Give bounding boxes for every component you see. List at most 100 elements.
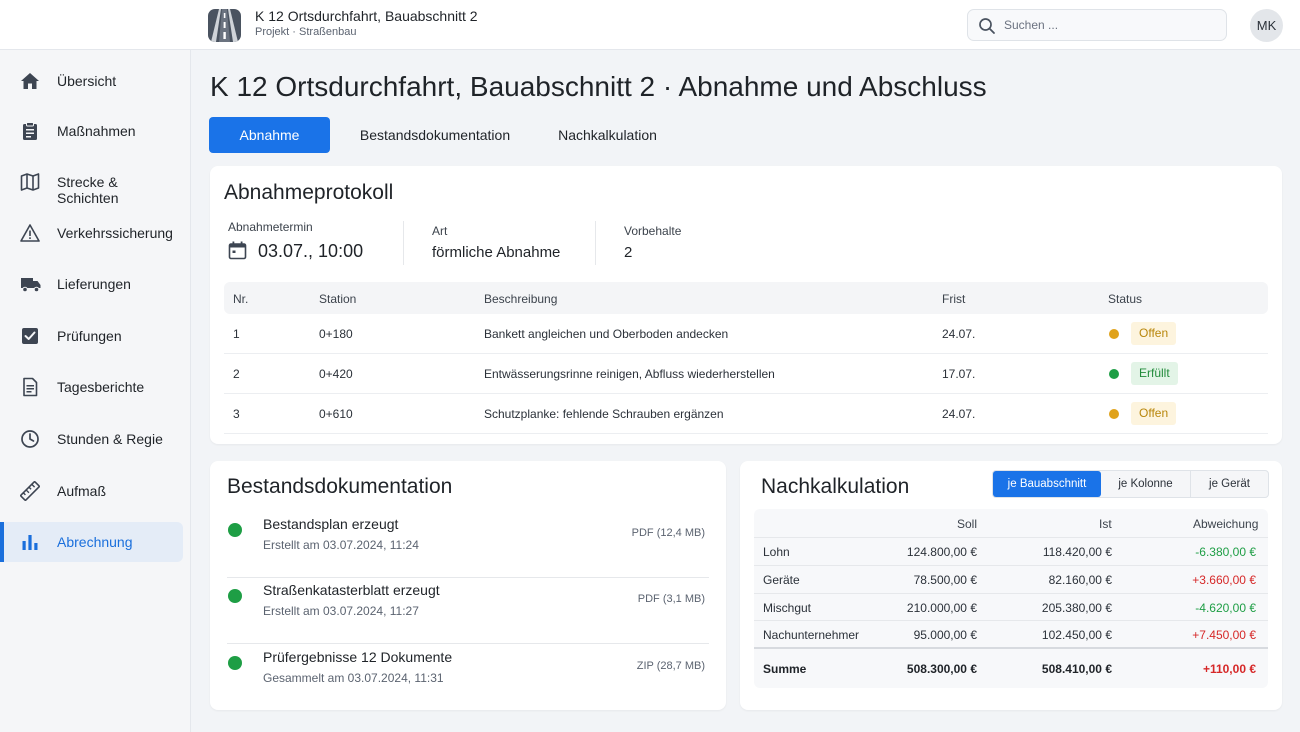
cell-beschreibung: Entwässerungsrinne reinigen, Abfluss wie… [484,367,775,381]
search-input[interactable] [1004,10,1219,40]
truck-icon [21,278,41,293]
segmented-control: je Bauabschnitt je Kolonne je Gerät [992,470,1269,498]
sidebar-item-pruefungen[interactable]: Prüfungen [0,316,183,356]
vorbehalte-value: 2 [624,244,633,261]
column-header: Abweichung [1193,517,1259,531]
sidebar-item-label: Tagesberichte [57,379,145,395]
cell-nr: 2 [233,367,240,381]
map-icon [20,173,40,191]
bar-chart-icon [22,535,38,550]
cell-ist: 82.160,00 € [1048,573,1112,587]
abnahme-title: Abnahmeprotokoll [224,181,394,204]
cell-station: 0+420 [319,367,353,381]
vorbehalte-label: Vorbehalte [624,224,682,238]
sidebar-item-abrechnung[interactable]: Abrechnung [0,522,183,562]
row-label: Mischgut [763,601,812,615]
cell-station: 0+610 [319,407,353,421]
nachkalkulation-title: Nachkalkulation [761,475,910,498]
status-dot [1109,409,1119,419]
doc-size[interactable]: PDF (3,1 MB) [638,593,705,605]
cell-beschreibung: Schutzplanke: fehlende Schrauben ergänze… [484,407,724,421]
art-label: Art [432,224,448,238]
table-header: Nr. Station Beschreibung Frist Status [224,282,1268,314]
column-header: Beschreibung [484,292,558,306]
tab-nachkalkulation[interactable]: Nachkalkulation [545,117,670,153]
top-bar: K 12 Ortsdurchfahrt, Bauabschnitt 2 Proj… [0,0,1300,50]
sidebar-item-label: Lieferungen [57,276,131,292]
clipboard-icon [23,122,37,140]
cell-ist: 118.420,00 € [1042,545,1112,559]
sidebar-item-stunden[interactable]: Stunden & Regie [0,419,183,459]
table-row: Mischgut 210.000,00 € 205.380,00 € -4.62… [754,593,1268,621]
sidebar-item-tagesberichte[interactable]: Tagesberichte [0,367,183,407]
row-label: Summe [763,662,807,676]
road-icon [208,9,241,42]
sidebar-item-massnahmen[interactable]: Maßnahmen [0,111,183,151]
meta-separator [403,221,404,265]
table-row[interactable]: 2 0+420 Entwässerungsrinne reinigen, Abf… [224,354,1268,394]
column-header: Station [319,292,357,306]
doc-size[interactable]: PDF (12,4 MB) [632,527,705,539]
tab-bestandsdokumentation[interactable]: Bestandsdokumentation [344,117,526,153]
project-subtitle: Projekt · Straßenbau [255,26,357,38]
list-item[interactable]: Bestandsplan erzeugt Erstellt am 03.07.2… [227,512,709,578]
sidebar-item-strecke[interactable]: Strecke & Schichten [0,162,183,206]
search-box[interactable] [967,9,1227,41]
project-title: K 12 Ortsdurchfahrt, Bauabschnitt 2 [255,8,478,24]
status-badge: Offen [1131,402,1177,425]
cell-nr: 3 [233,407,240,421]
termin-value: 03.07., 10:00 [258,241,364,261]
column-header: Soll [957,517,978,531]
cell-beschreibung: Bankett angleichen und Oberboden andecke… [484,327,729,341]
clock-icon [21,430,39,448]
sidebar-item-lieferungen[interactable]: Lieferungen [0,264,183,304]
table-row: Geräte 78.500,00 € 82.160,00 € +3.660,00… [754,565,1268,593]
sidebar-item-label: Stunden & Regie [57,431,163,447]
bestand-title: Bestandsdokumentation [227,475,453,498]
doc-date: Gesammelt am 03.07.2024, 11:31 [263,671,444,685]
cell-ist: 102.450,00 € [1041,628,1112,642]
cell-frist: 24.07. [942,407,976,421]
table-row[interactable]: 1 0+180 Bankett angleichen und Oberboden… [224,314,1268,354]
cell-abweichung: +3.660,00 € [1192,573,1256,587]
table-row: Lohn 124.800,00 € 118.420,00 € -6.380,00… [754,537,1268,565]
sidebar-item-label: Prüfungen [57,328,122,344]
status-badge: Offen [1131,322,1177,345]
cell-soll: 210.000,00 € [906,601,977,615]
column-header: Frist [942,292,966,306]
doc-date: Erstellt am 03.07.2024, 11:27 [263,604,419,618]
status-dot [228,523,242,537]
checkbox-icon [22,328,38,344]
status-badge: Erfüllt [1131,362,1178,385]
cell-abweichung: -4.620,00 € [1195,601,1256,615]
status-dot [228,656,242,670]
tab-abnahme[interactable]: Abnahme [209,117,330,153]
status-dot [228,589,242,603]
sidebar-item-verkehrssicherung[interactable]: Verkehrssicherung [0,213,183,253]
page-title: K 12 Ortsdurchfahrt, Bauabschnitt 2 · Ab… [210,71,987,102]
segment-geraet[interactable]: je Gerät [1191,471,1268,497]
avatar[interactable]: MK [1250,9,1283,42]
doc-size[interactable]: ZIP (28,7 MB) [637,660,705,672]
document-icon [23,377,38,397]
doc-name: Bestandsplan erzeugt [263,516,399,532]
home-icon [21,73,39,89]
doc-name: Straßenkatasterblatt erzeugt [263,582,440,598]
list-item[interactable]: Prüfergebnisse 12 Dokumente Gesammelt am… [227,645,709,711]
warning-icon [20,224,40,242]
meta-separator [595,221,596,265]
sidebar-item-label: Abrechnung [57,534,133,550]
ruler-icon [20,481,40,501]
list-item[interactable]: Straßenkatasterblatt erzeugt Erstellt am… [227,578,709,644]
sidebar-item-label: Maßnahmen [57,123,136,139]
table-row[interactable]: 3 0+610 Schutzplanke: fehlende Schrauben… [224,394,1268,434]
status-dot [1109,369,1119,379]
cell-frist: 24.07. [942,327,976,341]
segment-kolonne[interactable]: je Kolonne [1101,471,1190,497]
cell-nr: 1 [233,327,240,341]
cell-soll: 78.500,00 € [913,573,977,587]
sidebar-item-label: Aufmaß [57,483,107,499]
segment-bauabschnitt[interactable]: je Bauabschnitt [993,471,1101,497]
sidebar-item-uebersicht[interactable]: Übersicht [0,61,183,101]
sidebar-item-aufmass[interactable]: Aufmaß [0,471,183,511]
